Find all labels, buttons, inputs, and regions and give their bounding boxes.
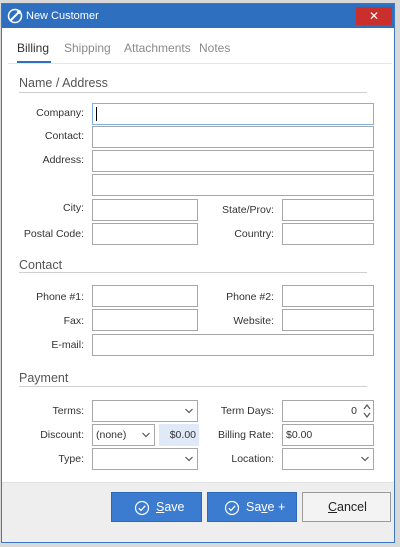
tab-billing[interactable]: Billing bbox=[17, 40, 49, 56]
fax-field[interactable] bbox=[92, 309, 198, 331]
term-days-spinner[interactable]: 0 bbox=[282, 400, 374, 422]
tab-shipping[interactable]: Shipping bbox=[64, 40, 111, 56]
contact-field[interactable] bbox=[92, 126, 374, 148]
state-label: State/Prov: bbox=[222, 204, 274, 216]
cancel-button-label: Cancel bbox=[328, 500, 367, 514]
website-field[interactable] bbox=[282, 309, 374, 331]
dialog-footer: Save Save + Cancel bbox=[2, 482, 394, 542]
tab-bar: Billing Shipping Attachments Notes bbox=[2, 28, 394, 64]
window-title: New Customer bbox=[26, 10, 99, 22]
billing-rate-label: Billing Rate: bbox=[217, 429, 274, 441]
address-label: Address: bbox=[42, 154, 84, 166]
customer-app-icon bbox=[7, 8, 23, 24]
save-button-label: Save bbox=[156, 500, 185, 514]
save-plus-button[interactable]: Save + bbox=[207, 492, 297, 522]
chevron-down-icon bbox=[142, 432, 150, 438]
spin-arrows-icon[interactable] bbox=[363, 402, 371, 420]
tab-attachments[interactable]: Attachments bbox=[124, 40, 191, 56]
text-caret bbox=[96, 107, 97, 121]
term-days-label: Term Days: bbox=[220, 405, 274, 417]
email-label: E-mail: bbox=[51, 339, 84, 351]
billing-rate-field[interactable]: $0.00 bbox=[282, 424, 374, 446]
postal-code-field[interactable] bbox=[92, 223, 198, 245]
company-label: Company: bbox=[36, 107, 84, 119]
state-field[interactable] bbox=[282, 199, 374, 221]
terms-dropdown[interactable] bbox=[92, 400, 198, 422]
check-circle-icon bbox=[224, 500, 240, 516]
type-label: Type: bbox=[58, 453, 84, 465]
chevron-down-icon bbox=[361, 456, 369, 462]
save-plus-button-label: Save + bbox=[246, 500, 286, 514]
location-label: Location: bbox=[231, 453, 274, 465]
section-divider bbox=[19, 92, 367, 93]
phone1-label: Phone #1: bbox=[36, 291, 84, 303]
check-circle-icon bbox=[134, 500, 150, 516]
address-line2-field[interactable] bbox=[92, 174, 374, 196]
new-customer-window: New Customer ✕ Billing Shipping Attachme… bbox=[1, 3, 395, 543]
address-line1-field[interactable] bbox=[92, 150, 374, 172]
title-bar[interactable]: New Customer ✕ bbox=[2, 4, 394, 28]
company-field[interactable] bbox=[92, 103, 374, 125]
terms-label: Terms: bbox=[52, 405, 85, 417]
email-field[interactable] bbox=[92, 334, 374, 356]
tab-notes[interactable]: Notes bbox=[199, 40, 230, 56]
chevron-down-icon bbox=[185, 408, 193, 414]
city-label: City: bbox=[63, 202, 84, 214]
location-dropdown[interactable] bbox=[282, 448, 374, 470]
country-field[interactable] bbox=[282, 223, 374, 245]
section-divider bbox=[19, 272, 367, 273]
fax-label: Fax: bbox=[63, 315, 84, 327]
city-field[interactable] bbox=[92, 199, 198, 221]
save-button[interactable]: Save bbox=[111, 492, 202, 522]
close-button[interactable]: ✕ bbox=[356, 7, 392, 25]
chevron-down-icon bbox=[185, 456, 193, 462]
section-title-payment: Payment bbox=[19, 371, 69, 385]
discount-dropdown[interactable]: (none) bbox=[92, 424, 155, 446]
discount-amount: $0.00 bbox=[159, 424, 199, 446]
tab-divider bbox=[8, 63, 392, 64]
phone2-field[interactable] bbox=[282, 285, 374, 307]
postal-code-label: Postal Code: bbox=[23, 228, 84, 240]
discount-label: Discount: bbox=[40, 429, 84, 441]
phone2-label: Phone #2: bbox=[226, 291, 274, 303]
section-divider bbox=[19, 386, 367, 387]
country-label: Country: bbox=[234, 228, 274, 240]
website-label: Website: bbox=[233, 315, 274, 327]
section-title-name-address: Name / Address bbox=[19, 76, 108, 90]
type-dropdown[interactable] bbox=[92, 448, 198, 470]
cancel-button[interactable]: Cancel bbox=[302, 492, 391, 522]
section-title-contact: Contact bbox=[19, 258, 63, 272]
phone1-field[interactable] bbox=[92, 285, 198, 307]
contact-label: Contact: bbox=[44, 130, 84, 142]
